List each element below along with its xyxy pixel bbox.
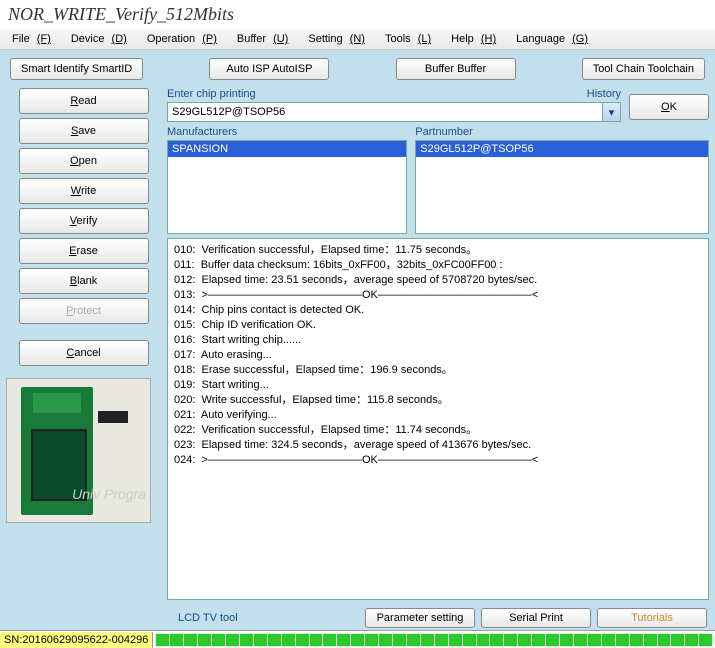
menu-help[interactable]: Help (H) [443, 31, 500, 47]
log-line: 020: Write successful，Elapsed time：115.8… [174, 393, 702, 408]
buffer-button[interactable]: Buffer Buffer [396, 58, 516, 80]
menu-operation[interactable]: Operation (P) [139, 31, 221, 47]
serial-print-button[interactable]: Serial Print [481, 608, 591, 628]
right-column: Enter chip printing History ▾ OK Manufac… [167, 88, 709, 600]
serial-number: SN:20160629095622-004296 [0, 632, 153, 648]
log-line: 014: Chip pins contact is detected OK. [174, 303, 702, 318]
list-item[interactable]: S29GL512P@TSOP56 [416, 141, 708, 157]
bottom-toolbar: LCD TV tool Parameter setting Serial Pri… [0, 606, 715, 630]
blank-button[interactable]: Blank [19, 268, 149, 294]
history-label: History [587, 88, 621, 100]
menu-language[interactable]: Language (G) [508, 31, 592, 47]
protect-button: Protect [19, 298, 149, 324]
window-title: NOR_WRITE_Verify_512Mbits [0, 0, 715, 29]
menu-buffer[interactable]: Buffer (U) [229, 31, 293, 47]
partnumber-label: Partnumber [415, 126, 709, 138]
log-line: 010: Verification successful，Elapsed tim… [174, 243, 702, 258]
chip-label: Enter chip printing [167, 88, 256, 100]
device-image: Univ Progra [6, 378, 151, 523]
smart-identify-button[interactable]: Smart Identify SmartID [10, 58, 143, 80]
log-line: 016: Start writing chip...... [174, 333, 702, 348]
write-button[interactable]: Write [19, 178, 149, 204]
log-line: 018: Erase successful，Elapsed time：196.9… [174, 363, 702, 378]
verify-button[interactable]: Verify [19, 208, 149, 234]
chip-combo[interactable]: ▾ [167, 102, 621, 122]
menu-tools[interactable]: Tools (L) [377, 31, 435, 47]
ok-button[interactable]: OK [629, 94, 709, 120]
left-column: Read Save Open Write Verify Erase Blank … [6, 88, 161, 600]
menu-setting[interactable]: Setting (N) [300, 31, 369, 47]
lcd-tv-tool-label: LCD TV tool [178, 612, 238, 624]
erase-button[interactable]: Erase [19, 238, 149, 264]
log-line: 023: Elapsed time: 324.5 seconds，average… [174, 438, 702, 453]
cancel-button[interactable]: Cancel [19, 340, 149, 366]
menu-file[interactable]: File (F) [4, 31, 55, 47]
log-line: 024: >——————————————OK——————————————< [174, 453, 702, 468]
toolchain-button[interactable]: Tool Chain Toolchain [582, 58, 705, 80]
save-button[interactable]: Save [19, 118, 149, 144]
app-body: Smart Identify SmartID Auto ISP AutoISP … [0, 50, 715, 606]
menu-bar: File (F) Device (D) Operation (P) Buffer… [0, 29, 715, 50]
log-line: 012: Elapsed time: 23.51 seconds，average… [174, 273, 702, 288]
open-button[interactable]: Open [19, 148, 149, 174]
chip-input[interactable] [167, 102, 603, 122]
log-output[interactable]: 010: Verification successful，Elapsed tim… [167, 238, 709, 600]
log-line: 017: Auto erasing... [174, 348, 702, 363]
log-line: 011: Buffer data checksum: 16bits_0xFF00… [174, 258, 702, 273]
tutorials-button[interactable]: Tutorials [597, 608, 707, 628]
status-bar: SN:20160629095622-004296 [0, 630, 715, 648]
parameter-setting-button[interactable]: Parameter setting [365, 608, 475, 628]
menu-device[interactable]: Device (D) [63, 31, 131, 47]
manufacturers-list[interactable]: SPANSION [167, 140, 407, 234]
log-line: 019: Start writing... [174, 378, 702, 393]
manufacturers-label: Manufacturers [167, 126, 407, 138]
log-line: 022: Verification successful，Elapsed tim… [174, 423, 702, 438]
chevron-down-icon[interactable]: ▾ [603, 102, 621, 122]
log-line: 021: Auto verifying... [174, 408, 702, 423]
log-line: 015: Chip ID verification OK. [174, 318, 702, 333]
partnumber-list[interactable]: S29GL512P@TSOP56 [415, 140, 709, 234]
list-item[interactable]: SPANSION [168, 141, 406, 157]
read-button[interactable]: Read [19, 88, 149, 114]
log-line: 013: >——————————————OK——————————————< [174, 288, 702, 303]
auto-isp-button[interactable]: Auto ISP AutoISP [209, 58, 329, 80]
